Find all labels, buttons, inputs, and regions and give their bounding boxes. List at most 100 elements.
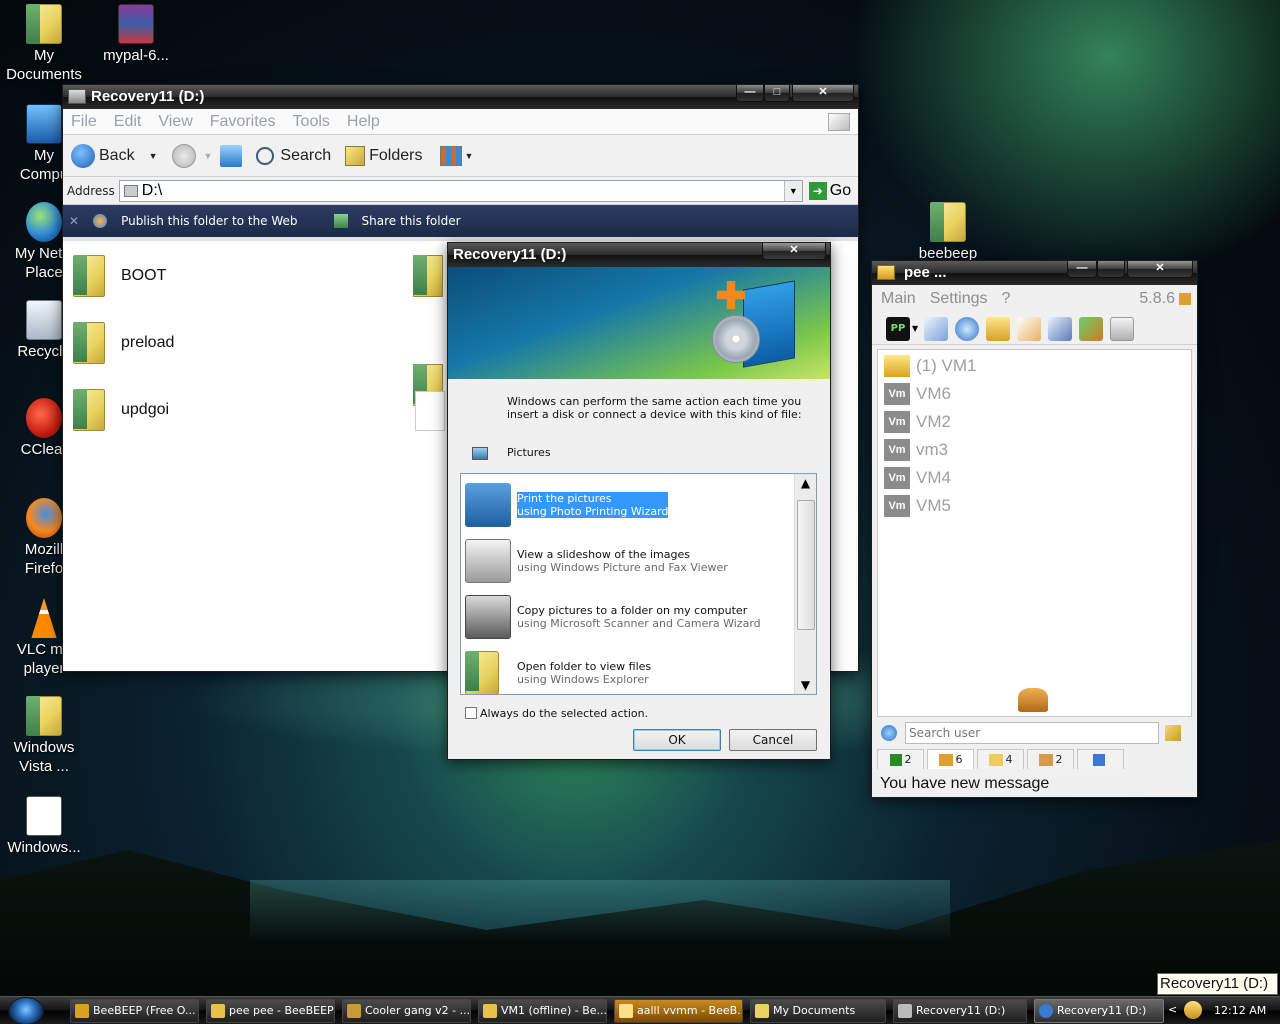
tab-file-share[interactable] <box>1077 749 1124 769</box>
lake-reflection <box>250 880 950 940</box>
share-folder-link[interactable]: Share this folder <box>362 214 461 228</box>
menu-help[interactable]: ? <box>1002 290 1011 308</box>
broadcast-icon[interactable] <box>955 316 980 341</box>
forward-button[interactable]: ▼ <box>166 143 212 168</box>
taskbar-item-vm1[interactable]: VM1 (offline) - Be... <box>478 999 607 1023</box>
user-list-item[interactable]: Vm vm3 <box>884 438 948 462</box>
windows-logo-icon <box>828 112 850 131</box>
tab-workgroups[interactable]: 2 <box>1027 749 1074 769</box>
monitor-icon <box>889 753 902 766</box>
cancel-button[interactable]: Cancel <box>729 729 817 751</box>
menu-tools[interactable]: Tools <box>293 113 330 131</box>
minimize-button[interactable]: — <box>1067 261 1097 278</box>
go-button[interactable]: ➜ Go <box>808 181 851 200</box>
folder-icon[interactable] <box>413 255 443 297</box>
close-strip-icon[interactable]: ✕ <box>69 214 79 228</box>
back-button[interactable]: Back ▼ <box>71 143 158 168</box>
taskbar-item-recovery-explorer[interactable]: Recovery11 (D:) <box>893 999 1027 1023</box>
share-files-icon[interactable] <box>1079 316 1104 341</box>
workgroup-icon <box>1038 753 1053 766</box>
beebeep-titlebar[interactable]: pee ... — ✕ <box>872 261 1197 285</box>
user-list-item[interactable]: Vm VM2 <box>884 410 951 434</box>
menu-edit[interactable]: Edit <box>114 113 142 131</box>
maximize-button[interactable] <box>1097 261 1125 278</box>
views-button[interactable]: ▼ <box>440 145 474 166</box>
clear-search-icon[interactable] <box>1165 725 1181 741</box>
tab-chats[interactable]: 4 <box>977 749 1024 769</box>
user-list-item[interactable]: (1) VM1 <box>884 354 976 378</box>
beebeep-tray-icon[interactable] <box>1184 1001 1202 1019</box>
write-message-icon[interactable] <box>1017 316 1042 341</box>
minimize-button[interactable]: — <box>736 85 764 102</box>
scroll-down-icon[interactable]: ▼ <box>795 676 816 694</box>
profile-button[interactable]: PP <box>886 316 910 341</box>
chevron-left-icon[interactable]: < <box>1168 1003 1177 1016</box>
folders-button[interactable]: Folders <box>345 145 422 166</box>
taskbar-item-recovery-autoplay[interactable]: Recovery11 (D:) <box>1034 999 1164 1023</box>
option-copy-pictures[interactable]: Copy pictures to a folder on my computer… <box>465 592 795 642</box>
version-label: 5.8.6 <box>1139 290 1175 307</box>
maximize-button[interactable]: □ <box>764 85 790 102</box>
desktop-icon-beebeep-folder[interactable]: beebeep <box>904 202 992 264</box>
desktop-icon-my-documents[interactable]: My Documents <box>0 4 88 84</box>
autoplay-titlebar[interactable]: Recovery11 (D:) ✕ <box>448 243 830 267</box>
search-button[interactable]: Search <box>256 146 331 165</box>
close-button[interactable]: ✕ <box>762 243 826 260</box>
scroll-up-icon[interactable]: ▲ <box>795 474 816 492</box>
folder-icon <box>930 202 966 242</box>
publish-folder-link[interactable]: Publish this folder to the Web <box>121 214 297 228</box>
menu-file[interactable]: File <box>71 113 97 131</box>
views-icon <box>440 145 463 166</box>
desktop-icon-solitaire[interactable]: Windows... <box>0 796 88 857</box>
option-slideshow[interactable]: View a slideshow of the images using Win… <box>465 536 795 586</box>
chevron-down-icon: ▼ <box>464 150 474 161</box>
chat-icon <box>988 753 1003 766</box>
action-list[interactable]: Print the pictures using Photo Printing … <box>460 473 817 695</box>
edit-profile-icon[interactable] <box>924 316 949 341</box>
chevron-down-icon[interactable]: ▼ <box>912 324 918 333</box>
menu-main[interactable]: Main <box>881 290 916 308</box>
explorer-titlebar[interactable]: Recovery11 (D:) — □ ✕ <box>63 85 858 109</box>
file-icon[interactable] <box>415 391 445 431</box>
beebeep-window: pee ... — ✕ Main Settings ? 5.8.6 PP ▼ (… <box>871 260 1198 798</box>
search-options-icon[interactable] <box>881 725 897 741</box>
ok-button[interactable]: OK <box>633 729 721 751</box>
start-button[interactable] <box>8 997 44 1024</box>
taskbar-item-my-documents[interactable]: My Documents <box>750 999 886 1023</box>
option-open-folder[interactable]: Open folder to view files using Windows … <box>465 648 795 694</box>
desktop-icon-mypal[interactable]: mypal-6... <box>92 4 180 65</box>
clock[interactable]: 12:12 AM <box>1214 1004 1266 1017</box>
taskbar-item-beebeep-free[interactable]: BeeBEEP (Free O... <box>70 999 199 1023</box>
taskbar-item-pee-pee[interactable]: pee pee - BeeBEEP <box>206 999 335 1023</box>
search-user-input[interactable]: Search user <box>905 722 1159 744</box>
always-do-checkbox[interactable] <box>465 707 477 719</box>
menu-settings[interactable]: Settings <box>930 290 988 308</box>
taskbar-item-aalll-vvmm[interactable]: aalll vvmm - BeeB... <box>614 999 743 1023</box>
close-button[interactable]: ✕ <box>792 85 854 102</box>
file-item-updgoi[interactable]: updgoi <box>73 389 169 431</box>
tab-users[interactable]: 2 <box>877 749 924 769</box>
chat-icon[interactable] <box>986 316 1011 341</box>
user-list-item[interactable]: Vm VM6 <box>884 382 951 406</box>
option-print-pictures[interactable]: Print the pictures using Photo Printing … <box>465 480 795 530</box>
menu-view[interactable]: View <box>158 113 192 131</box>
tab-groups[interactable]: 6 <box>927 749 974 769</box>
file-item-preload[interactable]: preload <box>73 322 174 364</box>
scroll-thumb[interactable] <box>797 500 815 630</box>
up-folder-button[interactable] <box>220 144 243 167</box>
taskbar-item-cooler-gang[interactable]: Cooler gang v2 - ... <box>342 999 471 1023</box>
trash-icon[interactable] <box>1110 316 1135 341</box>
address-dropdown-button[interactable]: ▼ <box>783 180 802 201</box>
desktop-icon-windows-vista[interactable]: Windows Vista ... <box>0 696 88 776</box>
chevron-down-icon[interactable]: ▼ <box>149 151 158 161</box>
address-input[interactable]: D:\ ▼ <box>118 179 803 202</box>
tools-icon[interactable] <box>1048 316 1073 341</box>
list-scrollbar[interactable]: ▲ ▼ <box>794 474 816 694</box>
file-item-boot[interactable]: BOOT <box>73 255 166 297</box>
menu-help[interactable]: Help <box>347 113 380 131</box>
close-button[interactable]: ✕ <box>1127 261 1193 278</box>
menu-favorites[interactable]: Favorites <box>210 113 276 131</box>
user-list-item[interactable]: Vm VM5 <box>884 494 951 518</box>
user-list-item[interactable]: Vm VM4 <box>884 466 951 490</box>
folder-icon <box>465 651 499 694</box>
